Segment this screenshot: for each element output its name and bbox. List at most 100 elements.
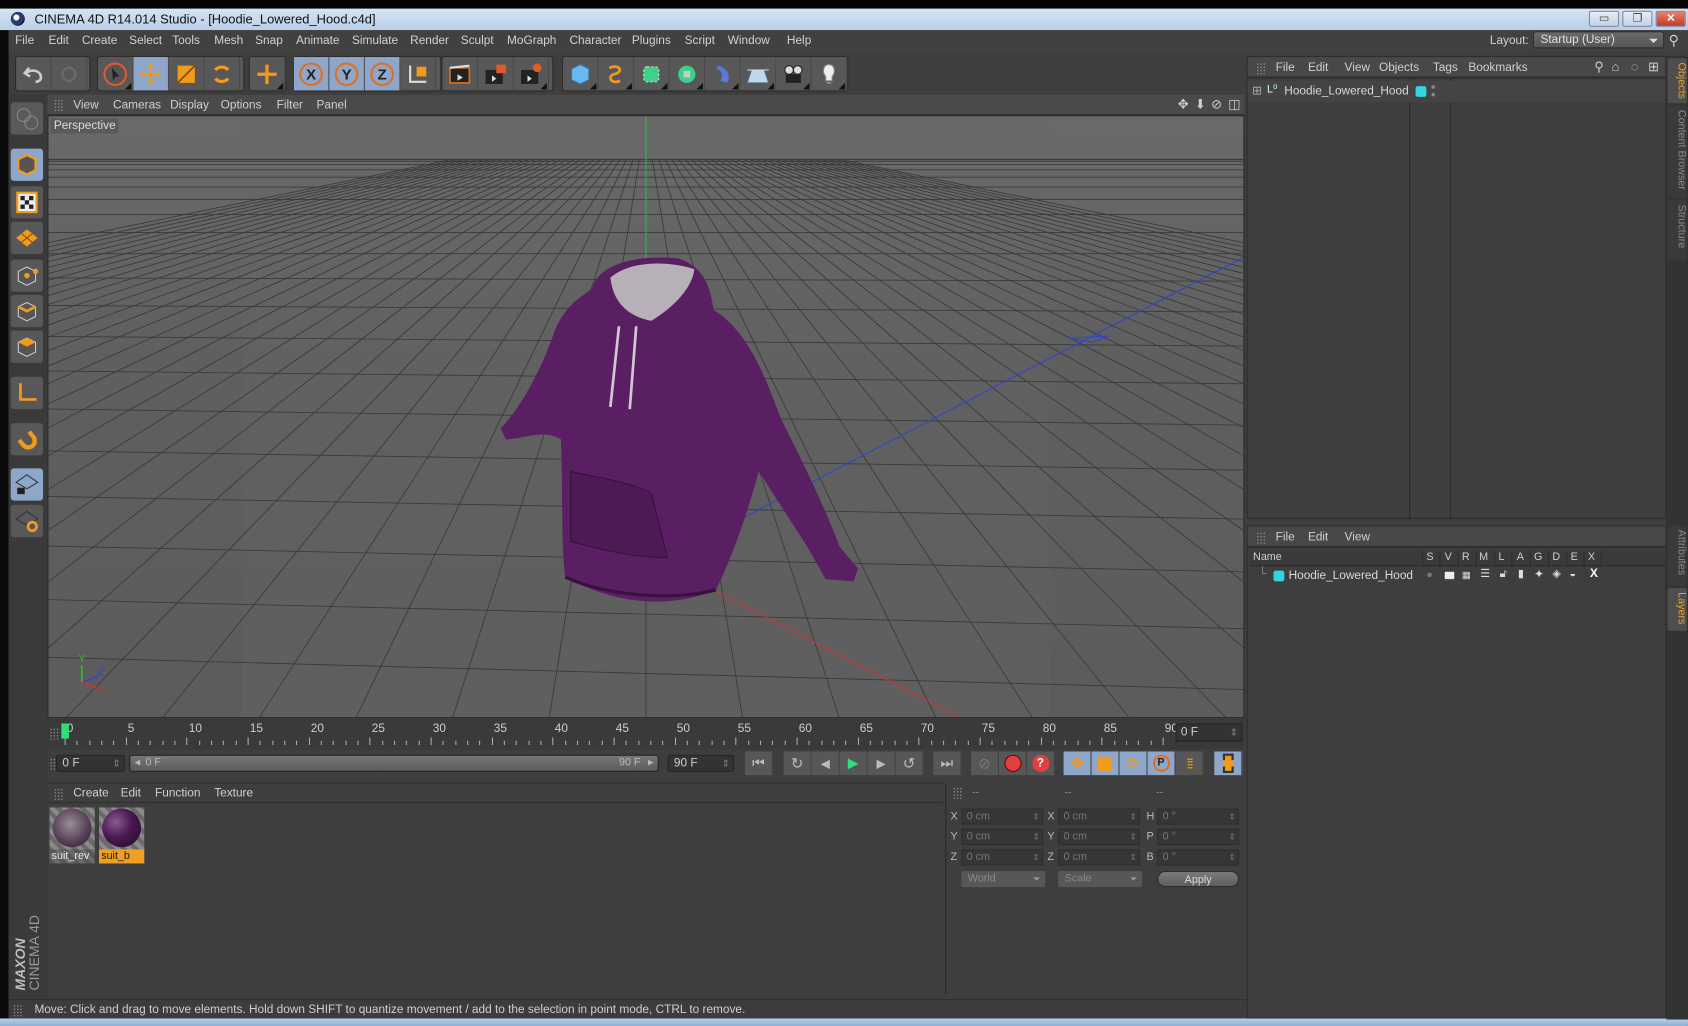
snapping-button[interactable]: [10, 423, 44, 456]
render-clapper-icon[interactable]: ▦: [1462, 570, 1471, 582]
col-deformers[interactable]: D: [1552, 551, 1560, 563]
array-button[interactable]: [670, 57, 706, 91]
solo-icon[interactable]: ●: [1426, 570, 1433, 582]
col-locked[interactable]: L: [1498, 551, 1504, 563]
record-button[interactable]: ⊘: [971, 751, 999, 776]
material-swatch[interactable]: suit_b: [99, 807, 145, 864]
layer-menu-edit[interactable]: Edit: [1308, 531, 1328, 544]
menu-snap[interactable]: Snap: [255, 34, 283, 47]
menu-window[interactable]: Window: [728, 34, 770, 47]
apply-button[interactable]: Apply: [1157, 870, 1240, 888]
menu-plugins[interactable]: Plugins: [632, 34, 671, 47]
viewport-menu-display[interactable]: Display: [170, 99, 209, 112]
status-grip[interactable]: [12, 1004, 23, 1017]
visibility-dots-icon[interactable]: ● ●: [1431, 82, 1436, 98]
3d-viewport[interactable]: Y Z X Perspective: [47, 115, 1245, 719]
timeline-scale[interactable]: 0 5 10 15 20 25 30 35 40 45 50 55 60 65 70 75 80 85 90: [58, 719, 1178, 747]
layer-color-swatch[interactable]: [1415, 86, 1427, 97]
rotation-b-field[interactable]: 0 °: [1157, 849, 1240, 866]
animation-icon[interactable]: ▮: [1518, 568, 1524, 580]
key-scale-button[interactable]: [1091, 751, 1120, 776]
menu-simulate[interactable]: Simulate: [352, 34, 398, 47]
search-icon[interactable]: ⚲: [1669, 32, 1679, 49]
coordinate-system-button[interactable]: [400, 57, 436, 91]
object-menu-file[interactable]: File: [1276, 61, 1295, 74]
manager-icon[interactable]: ☰: [1480, 568, 1490, 580]
start-frame-field[interactable]: 0 F: [55, 754, 125, 772]
expand-icon[interactable]: ⊞: [1252, 84, 1262, 98]
home-icon[interactable]: ⌂: [1612, 59, 1620, 74]
viewport-menu-view[interactable]: View: [73, 99, 98, 112]
play-forward-button[interactable]: ▶: [839, 751, 868, 776]
object-menu-objects[interactable]: Objects: [1379, 61, 1419, 74]
range-right-arrow[interactable]: ▸: [648, 756, 653, 771]
material-menu-edit[interactable]: Edit: [121, 787, 141, 800]
viewport-rotate-icon[interactable]: ⊘: [1211, 97, 1222, 112]
menu-help[interactable]: Help: [787, 34, 811, 47]
close-button[interactable]: ✕: [1655, 10, 1686, 27]
rotation-h-field[interactable]: 0 °: [1157, 808, 1240, 825]
timeline-window-button[interactable]: [1214, 751, 1243, 776]
floor-button[interactable]: [741, 57, 777, 91]
render-picture-viewer-button[interactable]: [478, 57, 514, 91]
polygons-mode-button[interactable]: [10, 330, 44, 363]
material-menu-function[interactable]: Function: [155, 787, 200, 800]
range-left-arrow[interactable]: ◂: [135, 756, 140, 771]
make-editable-button[interactable]: [10, 102, 44, 135]
col-generators[interactable]: G: [1534, 551, 1542, 563]
key-move-button[interactable]: ✥: [1063, 751, 1092, 776]
viewport-menu-options[interactable]: Options: [221, 99, 262, 112]
edges-mode-button[interactable]: [10, 294, 44, 328]
scale-tool[interactable]: [169, 57, 205, 91]
object-menu-edit[interactable]: Edit: [1308, 61, 1328, 74]
workplane-button[interactable]: [10, 221, 44, 255]
menu-script[interactable]: Script: [685, 34, 715, 47]
new-window-icon[interactable]: ⊞: [1648, 59, 1659, 74]
points-mode-button[interactable]: [10, 259, 44, 292]
end-frame-field[interactable]: 90 F: [667, 754, 735, 772]
timeline-ruler[interactable]: 0 5 10 15 20 25 30 35 40 45 50 55 60 65 70 75 80 85 90 0 F: [47, 719, 1245, 750]
viewport-dolly-icon[interactable]: ⬇: [1195, 97, 1206, 112]
step-back-button[interactable]: ◀: [811, 751, 840, 776]
layout-dropdown[interactable]: Startup (User): [1532, 31, 1665, 49]
menu-edit[interactable]: Edit: [48, 34, 68, 47]
menu-select[interactable]: Select: [129, 34, 162, 47]
y-axis-lock[interactable]: Y: [329, 57, 365, 91]
deformer-button[interactable]: [705, 57, 741, 91]
viewport-layout-icon[interactable]: ◫: [1228, 97, 1240, 112]
autokey-button[interactable]: [998, 751, 1027, 776]
z-axis-lock[interactable]: Z: [364, 57, 401, 91]
menu-file[interactable]: File: [15, 34, 34, 47]
model-mode-button[interactable]: [10, 148, 44, 181]
material-menu-create[interactable]: Create: [73, 787, 109, 800]
view-eye-icon[interactable]: [1443, 570, 1456, 581]
col-render[interactable]: R: [1462, 551, 1470, 563]
layer-grip[interactable]: [1256, 531, 1266, 544]
generator-icon[interactable]: ✦: [1534, 567, 1544, 581]
playhead[interactable]: [61, 723, 69, 739]
col-view[interactable]: V: [1445, 551, 1452, 563]
axis-mode-button[interactable]: [10, 376, 44, 410]
col-animation[interactable]: A: [1517, 551, 1524, 563]
nurbs-button[interactable]: [634, 57, 670, 91]
position-y-field[interactable]: 0 cm: [961, 828, 1044, 846]
menu-create[interactable]: Create: [82, 34, 118, 47]
object-search-icon[interactable]: ⚲: [1594, 59, 1603, 74]
menu-animate[interactable]: Animate: [296, 34, 339, 47]
tab-content-browser[interactable]: Content Browser: [1667, 105, 1687, 199]
col-expressions[interactable]: E: [1571, 551, 1578, 563]
step-forward-button[interactable]: ▶: [867, 751, 896, 776]
move-tool[interactable]: [133, 57, 170, 91]
cube-object-button[interactable]: [563, 57, 599, 91]
menu-tools[interactable]: Tools: [172, 34, 200, 47]
locked-workplane-button[interactable]: [10, 468, 44, 501]
material-menu-texture[interactable]: Texture: [214, 787, 253, 800]
lock-icon[interactable]: 🔓︎: [1500, 568, 1507, 580]
viewport-menu-filter[interactable]: Filter: [277, 99, 303, 112]
go-to-next-key-button[interactable]: ↺: [895, 751, 924, 776]
menu-character[interactable]: Character: [569, 34, 621, 47]
minimize-button[interactable]: ▭: [1588, 10, 1620, 27]
restore-button[interactable]: ❐: [1622, 10, 1653, 27]
layer-name[interactable]: Hoodie_Lowered_Hood: [1289, 570, 1413, 583]
go-to-previous-key-button[interactable]: ↻: [783, 751, 812, 776]
